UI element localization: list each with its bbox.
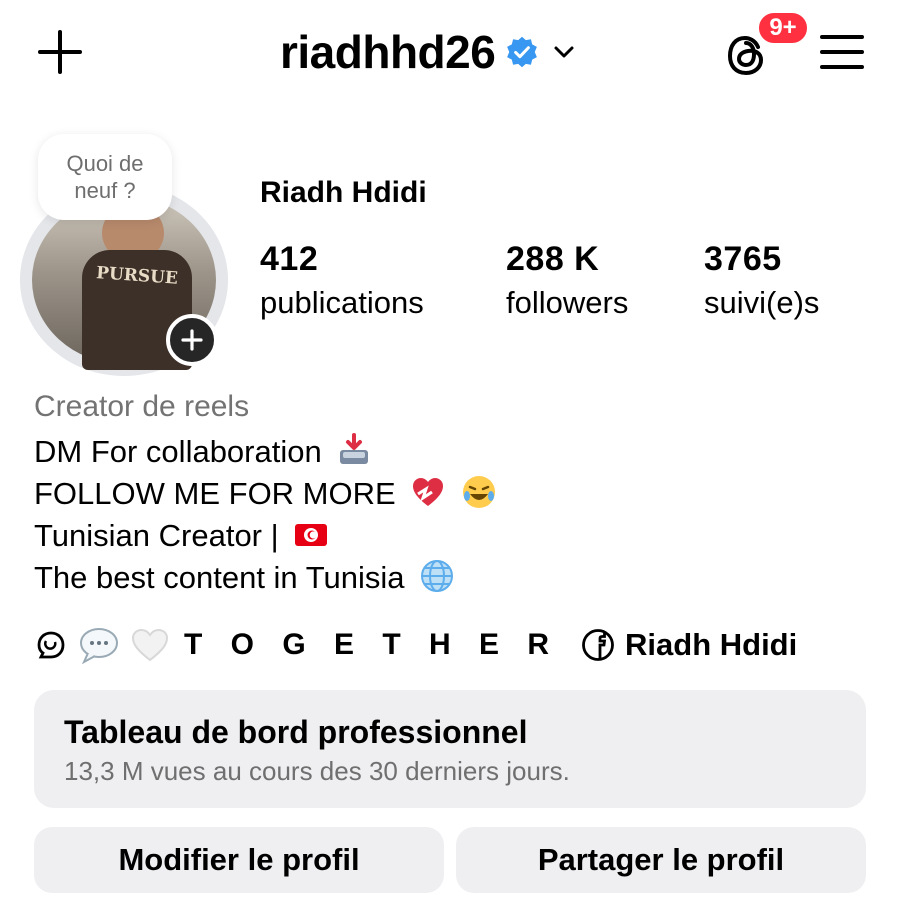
stat-label: followers — [506, 285, 629, 320]
dashboard-subtitle: 13,3 M vues au cours des 30 derniers jou… — [64, 756, 570, 786]
bio-text: Tunisian Creator | — [34, 518, 279, 553]
facebook-icon[interactable] — [581, 628, 615, 662]
bio-line-1: DM For collaboration — [34, 432, 372, 470]
stat-followers[interactable]: 288 K followers — [506, 240, 628, 321]
profile-category: Creator de reels — [34, 390, 250, 423]
note-line-2: neuf ? — [74, 178, 136, 203]
white-heart-emoji — [131, 628, 169, 662]
stat-publications[interactable]: 412 publications — [260, 240, 424, 321]
add-story-button[interactable] — [166, 314, 218, 366]
note-bubble[interactable]: Quoi de neuf ? — [38, 134, 172, 220]
tunisia-flag-emoji — [295, 524, 328, 546]
verified-badge-icon — [507, 36, 538, 68]
stat-label: suivi(e)s — [704, 285, 820, 320]
bio-links-row: T O G E T H E R Riadh Hdidi — [34, 624, 797, 666]
threads-chat-icon[interactable] — [34, 628, 68, 662]
username-switcher[interactable]: riadhhd26 — [280, 22, 575, 82]
chevron-down-icon[interactable] — [553, 41, 575, 63]
facebook-link[interactable]: Riadh Hdidi — [625, 627, 797, 663]
stat-value: 3765 — [704, 240, 782, 278]
menu-icon[interactable] — [820, 34, 864, 70]
stat-label: publications — [260, 285, 424, 320]
together-text: T O G E T H E R — [184, 628, 560, 661]
bio-line-4: The best content in Tunisia — [34, 558, 455, 596]
full-name: Riadh Hdidi — [260, 176, 427, 209]
dashboard-title: Tableau de bord professionnel — [64, 714, 528, 750]
heart-emoji — [413, 478, 444, 506]
bio-text: FOLLOW ME FOR MORE — [34, 476, 396, 511]
notification-badge: 9+ — [756, 10, 810, 46]
bio-text: The best content in Tunisia — [34, 560, 405, 595]
bio-line-3: Tunisian Creator | — [34, 516, 329, 554]
inbox-tray-emoji — [340, 433, 369, 464]
bio-line-2: FOLLOW ME FOR MORE — [34, 474, 497, 512]
plus-icon — [181, 329, 203, 351]
bio-text: DM For collaboration — [34, 434, 322, 469]
username[interactable]: riadhhd26 — [280, 25, 496, 79]
stat-following[interactable]: 3765 suivi(e)s — [704, 240, 819, 321]
stat-value: 412 — [260, 240, 319, 278]
laughing-emoji — [462, 476, 495, 508]
plus-icon[interactable] — [38, 30, 82, 74]
speech-bubble-emoji — [80, 628, 118, 664]
share-profile-button[interactable]: Partager le profil — [456, 827, 866, 893]
edit-profile-button[interactable]: Modifier le profil — [34, 827, 444, 893]
stat-value: 288 K — [506, 240, 600, 278]
globe-emoji — [421, 560, 454, 592]
note-line-1: Quoi de — [66, 151, 144, 176]
